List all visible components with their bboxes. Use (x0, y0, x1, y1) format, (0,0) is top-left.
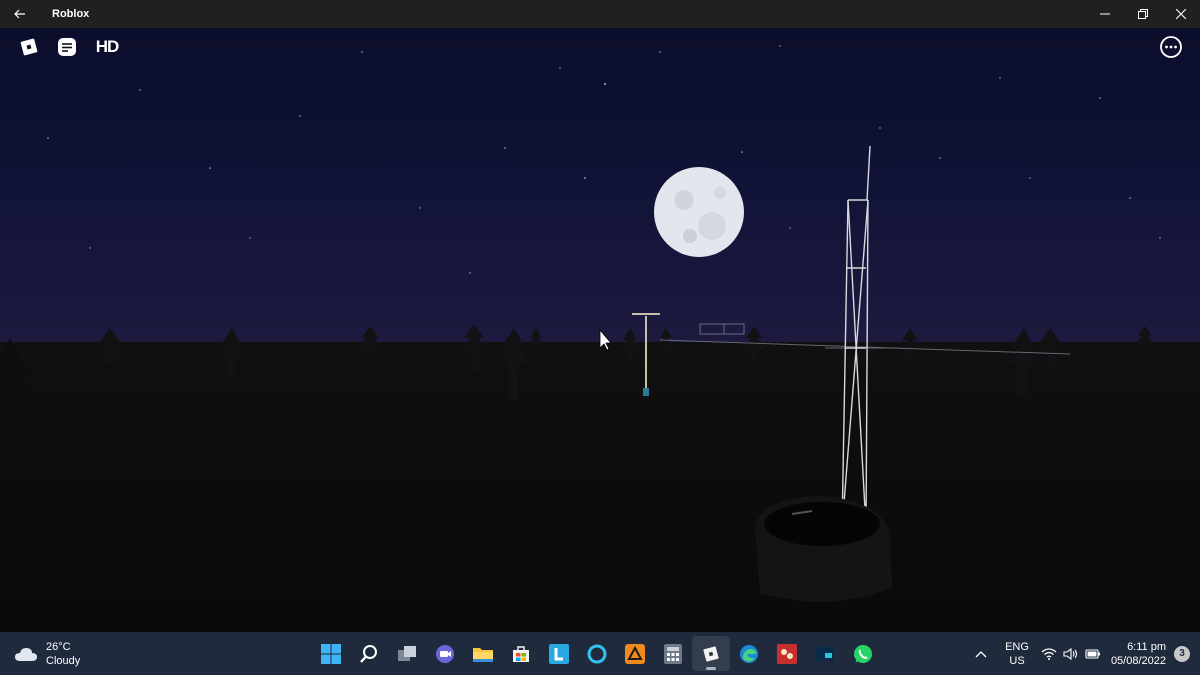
task-view-icon (398, 645, 416, 661)
roblox-menu-button[interactable] (16, 34, 42, 60)
taskbar-file-explorer[interactable] (464, 636, 502, 671)
lattice-tower (841, 145, 871, 529)
restore-icon (1138, 9, 1148, 19)
taskbar-calculator[interactable] (654, 636, 692, 671)
clock-date: 05/08/2022 (1110, 654, 1166, 667)
folder-icon (473, 647, 493, 662)
street-lamp (632, 313, 660, 396)
alexa-icon (587, 644, 607, 663)
window-title-bar: Roblox (0, 0, 1200, 28)
night-scene (0, 45, 1161, 602)
search-icon (360, 644, 377, 663)
weather-temperature: 26°C (46, 641, 71, 653)
distant-buildings (659, 323, 1071, 355)
taskbar-microsoft-store[interactable] (502, 636, 540, 671)
volume-icon (1063, 647, 1077, 660)
taskbar-start[interactable] (312, 636, 350, 671)
mouse-cursor (599, 328, 612, 351)
taskbar-teams-chat[interactable] (426, 636, 464, 671)
game-viewport[interactable]: HD (0, 28, 1200, 632)
weather-condition: Cloudy (46, 655, 81, 667)
wifi-icon (1041, 647, 1057, 660)
battery-icon (1085, 648, 1100, 659)
network-volume-battery[interactable] (1041, 647, 1101, 660)
hd-quality-button[interactable]: HD (92, 34, 122, 60)
minimize-icon (1100, 13, 1110, 15)
edge-icon (740, 644, 758, 663)
moon (654, 167, 744, 257)
back-arrow-icon (14, 9, 25, 19)
clock-time: 6:11 pm (1127, 640, 1166, 653)
taskbar-l-app[interactable] (540, 636, 578, 671)
back-button[interactable] (0, 0, 40, 28)
calculator-icon (664, 643, 682, 664)
trees (0, 324, 1154, 458)
more-options-button[interactable] (1158, 34, 1184, 60)
minimize-button[interactable] (1086, 0, 1124, 28)
taskbar-search[interactable] (350, 636, 388, 671)
window-title: Roblox (52, 8, 90, 20)
taskbar-task-view[interactable] (388, 636, 426, 671)
taskbar-edge[interactable] (730, 636, 768, 671)
restore-button[interactable] (1124, 0, 1162, 28)
taskbar-app[interactable] (806, 636, 844, 671)
chat-button[interactable] (54, 34, 80, 60)
weather-widget[interactable]: 26°C Cloudy (14, 640, 80, 668)
clock[interactable]: 6:11 pm 05/08/2022 (1111, 640, 1166, 668)
taskbar-roblox[interactable] (692, 636, 730, 671)
chevron-up-icon (975, 650, 987, 657)
game-app-icon (625, 643, 645, 664)
taskbar-game-launcher[interactable] (768, 636, 806, 671)
app-icon (816, 646, 834, 661)
tower-base (755, 496, 892, 602)
more-options-icon (1160, 36, 1182, 58)
language-code: ENG (1005, 640, 1029, 653)
close-icon (1176, 9, 1186, 19)
l-app-icon (549, 643, 569, 664)
show-hidden-icons-button[interactable] (975, 645, 987, 663)
windows-start-icon (321, 643, 341, 664)
stars (47, 45, 1161, 274)
roblox-logo-icon (20, 38, 38, 56)
game-launcher-icon (777, 643, 797, 664)
windows-taskbar: 26°C Cloudy ENG US 6:11 pm 05/08/2022 3 (0, 632, 1200, 675)
taskbar-game-app[interactable] (616, 636, 654, 671)
notification-badge[interactable]: 3 (1174, 645, 1190, 662)
chat-icon (58, 38, 76, 56)
store-icon (513, 645, 529, 662)
taskbar-whatsapp[interactable] (844, 636, 882, 671)
taskbar-alexa[interactable] (578, 636, 616, 671)
roblox-icon (703, 645, 719, 662)
region-code: US (1009, 654, 1025, 667)
teams-chat-icon (436, 644, 454, 663)
close-button[interactable] (1162, 0, 1200, 28)
hd-label: HD (95, 37, 120, 56)
cloud-icon (15, 648, 37, 661)
language-indicator[interactable]: ENG US (1005, 640, 1029, 668)
system-tray: ENG US 6:11 pm 05/08/2022 3 (975, 632, 1200, 675)
taskbar-apps (312, 636, 882, 671)
whatsapp-icon (854, 644, 872, 663)
